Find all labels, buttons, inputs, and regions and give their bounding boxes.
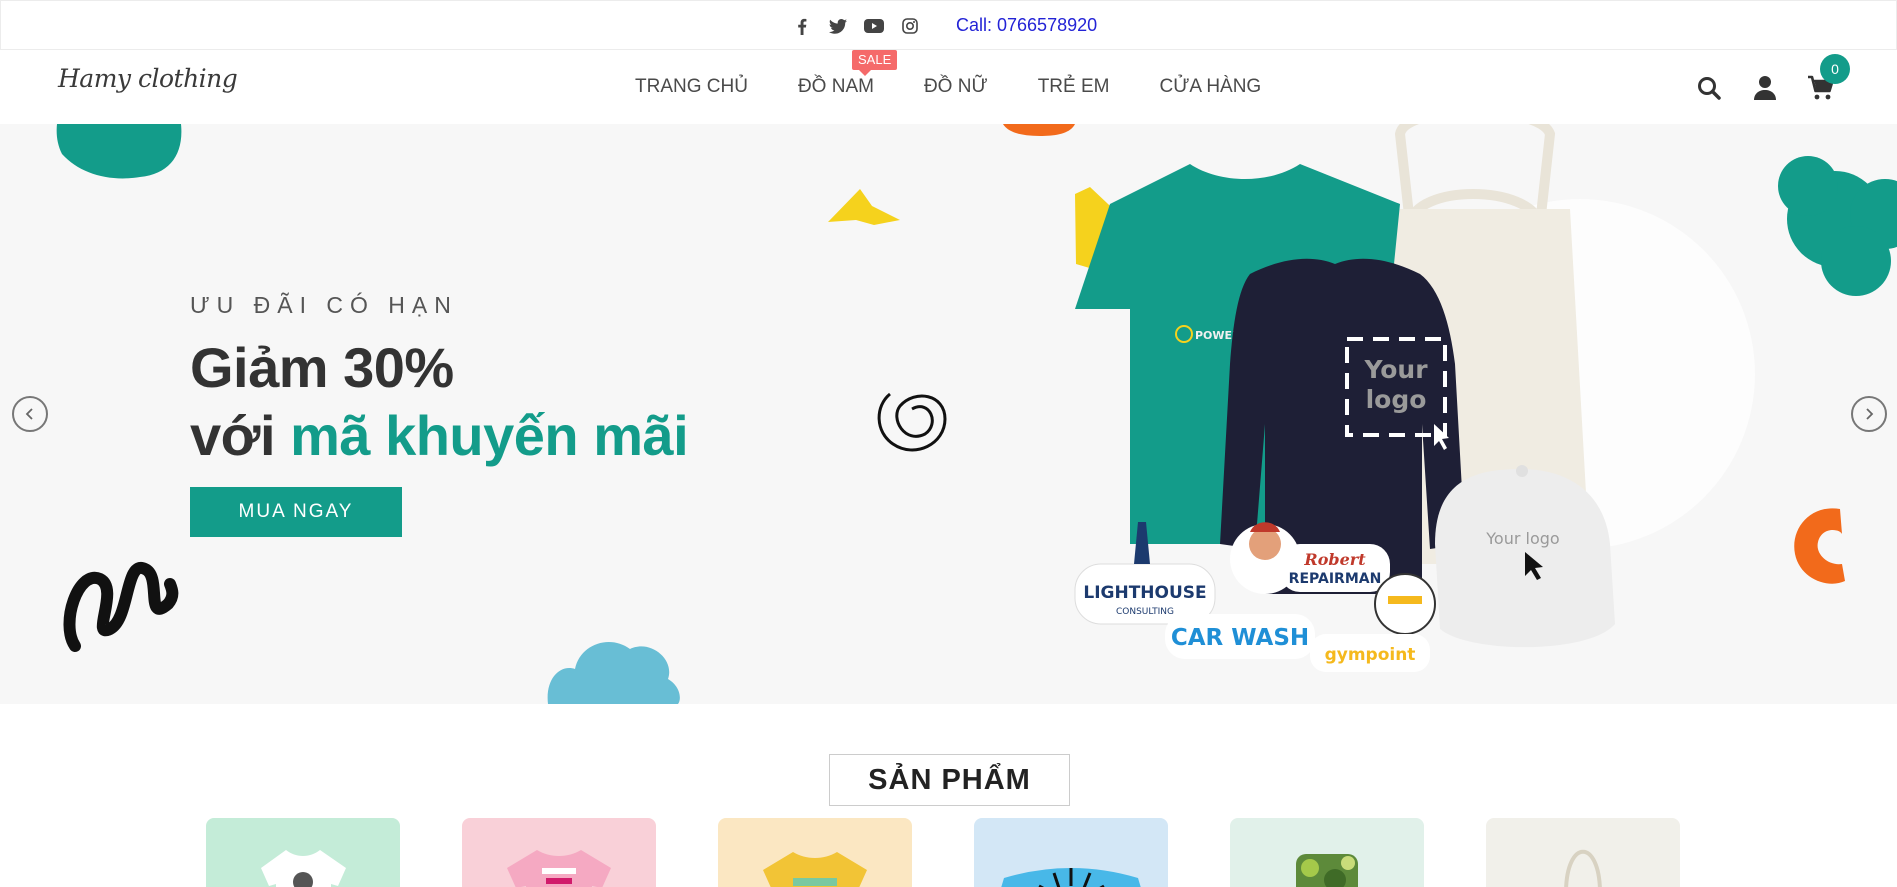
slider-prev-button[interactable]: [12, 396, 48, 432]
sweater-logo-line1: Your: [1363, 355, 1428, 384]
hero-product-collage: POWER Your logo Your logo LIGHTHOUSE CON…: [1074, 124, 1615, 672]
social-links: [791, 16, 921, 36]
header-actions: [1695, 74, 1835, 102]
product-card-tshirt-pink[interactable]: [462, 818, 656, 887]
search-icon[interactable]: [1695, 74, 1723, 102]
product-card-tote-bag[interactable]: [1486, 818, 1680, 887]
hero-title-line2: với mã khuyến mãi: [190, 402, 689, 470]
sticker-carwash: CAR WASH: [1171, 625, 1309, 651]
nav-item-cua-hang[interactable]: CỬA HÀNG: [1159, 76, 1261, 98]
cart-count-badge: 0: [1820, 54, 1850, 84]
sale-badge: SALE: [852, 50, 898, 76]
youtube-icon[interactable]: [863, 16, 885, 36]
sticker-repairman: REPAIRMAN: [1289, 571, 1382, 587]
nav-item-trang-chu[interactable]: TRANG CHỦ: [635, 76, 748, 98]
site-logo[interactable]: Hamy clothing: [58, 64, 238, 93]
chevron-left-icon: [25, 408, 33, 420]
nav-item-do-nu[interactable]: ĐỒ NỮ: [924, 76, 988, 98]
sticker-gympoint: gympoint: [1325, 645, 1416, 665]
product-card-tshirt-yellow[interactable]: [718, 818, 912, 887]
sticker-lighthouse-sub: CONSULTING: [1116, 607, 1174, 617]
cap-logo-text: Your logo: [1485, 529, 1559, 548]
products-section-title: SẢN PHẨM: [829, 754, 1070, 806]
sticker-lighthouse: LIGHTHOUSE: [1083, 583, 1206, 603]
sweater-logo-line2: logo: [1366, 385, 1427, 414]
hero-title-prefix: với: [190, 404, 291, 467]
site-header: Hamy clothing TRANG CHỦ ĐỒ NAM ĐỒ NỮ TRẺ…: [0, 50, 1897, 124]
white-cap-illustration: Your logo: [1435, 465, 1615, 648]
facebook-icon[interactable]: [791, 16, 813, 36]
slider-next-button[interactable]: [1851, 396, 1887, 432]
call-link[interactable]: Call: 0766578920: [956, 15, 1097, 36]
hero-title-accent: mã khuyến mãi: [290, 404, 689, 467]
hero-title-line1: Giảm 30%: [190, 336, 454, 399]
product-card-tshirt-white[interactable]: [206, 818, 400, 887]
nav-item-do-nam[interactable]: ĐỒ NAM: [798, 76, 874, 98]
top-bar: Call: 0766578920: [0, 0, 1897, 50]
main-nav: TRANG CHỦ ĐỒ NAM ĐỒ NỮ TRẺ EM CỬA HÀNG: [635, 76, 1311, 98]
shop-now-button[interactable]: MUA NGAY: [190, 487, 402, 537]
user-icon[interactable]: [1751, 74, 1779, 102]
instagram-icon[interactable]: [899, 16, 921, 36]
sticker-robert: Robert: [1303, 550, 1366, 569]
chevron-right-icon: [1866, 408, 1874, 420]
hero-subtitle: ƯU ĐÃI CÓ HẠN: [190, 292, 458, 318]
hero-slider: ƯU ĐÃI CÓ HẠN Giảm 30% với mã khuyến mãi…: [0, 124, 1897, 704]
product-grid: [206, 818, 1680, 887]
product-card-pillow-blue[interactable]: [974, 818, 1168, 887]
hero-title: Giảm 30% với mã khuyến mãi: [190, 334, 689, 470]
product-card-phone-case[interactable]: [1230, 818, 1424, 887]
nav-item-tre-em[interactable]: TRẺ EM: [1038, 76, 1110, 98]
twitter-icon[interactable]: [827, 16, 849, 36]
